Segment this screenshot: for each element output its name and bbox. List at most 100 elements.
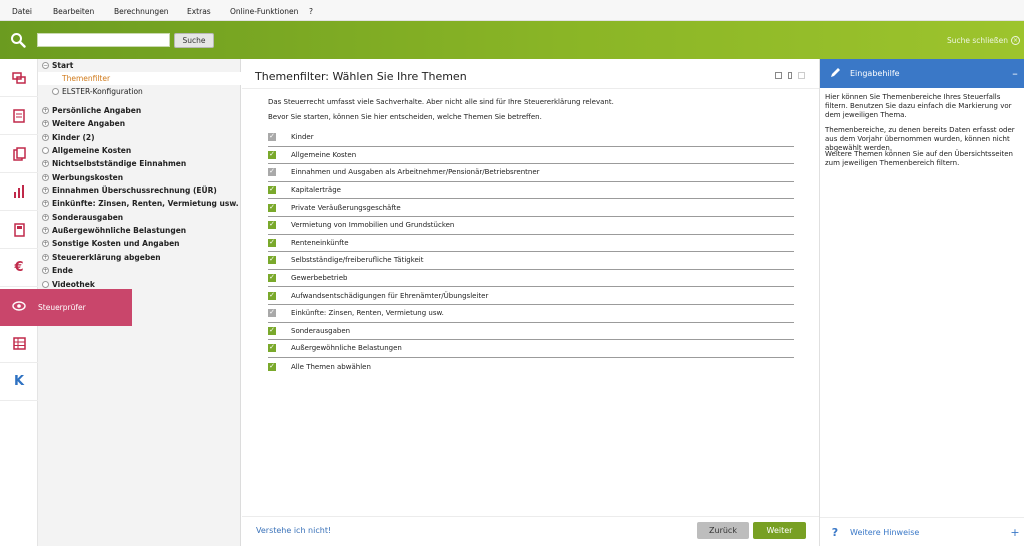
help-paragraph: Hier können Sie Themenbereiche Ihres Ste… [825,93,1012,119]
tree-item-label: Kinder (2) [52,132,95,142]
topic-row[interactable]: ✓ Gewerbebetrieb [268,270,794,288]
topic-checkbox[interactable]: ✓ [268,150,276,159]
question-icon: ? [831,525,839,539]
collapse-icon[interactable]: − [42,62,49,69]
search-icon [11,33,26,48]
chart-icon[interactable] [0,173,38,211]
topic-row[interactable]: ✓ Kinder [268,129,794,147]
expand-icon[interactable]: + [42,213,49,221]
expand-icon[interactable]: + [42,200,49,207]
topic-label: Renteneinkünfte [291,238,349,247]
comment-icon[interactable] [775,72,782,79]
expand-icon[interactable]: + [42,187,49,194]
steuerpruefer-button[interactable]: Steuerprüfer [0,289,132,326]
expand-icon[interactable]: + [1005,526,1024,539]
form-icon[interactable] [0,97,38,135]
topic-checkbox[interactable]: ✓ [268,326,276,335]
documents-icon[interactable] [0,135,38,173]
header-tools [775,72,805,79]
topic-row[interactable]: ✓ Außergewöhnliche Belastungen [268,340,794,358]
back-button[interactable]: Zurück [697,522,749,539]
topic-row[interactable]: ✓ Renteneinkünfte [268,235,794,253]
expand-icon[interactable]: + [42,107,49,114]
menu-berechnungen[interactable]: Berechnungen [114,7,169,16]
tree-item-sonstige-kosten[interactable]: + Sonstige Kosten und Angaben [38,237,241,250]
search-button[interactable]: Suche [174,33,214,48]
tree-item-nichtselbststaendige[interactable]: + Nichtselbstständige Einnahmen [38,157,241,170]
menu-online-funktionen[interactable]: Online-Funktionen [230,7,298,16]
expand-icon[interactable]: + [42,267,49,274]
help-link-label: Verstehe ich nicht! [256,526,332,535]
search-input[interactable] [37,33,170,47]
tree-item-allgemeine-kosten[interactable]: Allgemeine Kosten [38,144,241,157]
menu-extras[interactable]: Extras [187,7,211,16]
expand-icon[interactable]: + [42,253,49,261]
help-paragraph: Themenbereiche, zu denen bereits Daten e… [825,126,1015,152]
tree-item-elster[interactable]: ELSTER-Konfiguration [38,85,241,98]
topic-checkbox[interactable]: ✓ [268,291,276,300]
topic-checkbox[interactable]: ✓ [268,362,276,371]
topic-checkbox[interactable]: ✓ [268,203,276,212]
expand-icon[interactable]: + [42,160,49,167]
topic-row[interactable]: ✓ Einnahmen und Ausgaben als Arbeitnehmer… [268,164,794,182]
minimize-icon[interactable]: – [1005,67,1024,80]
chat-icon[interactable] [0,59,38,97]
help-paragraph: Weitere Themen können Sie auf den Übersi… [825,150,1013,167]
bookmark-icon[interactable] [788,72,792,79]
tree-item-themenfilter[interactable]: Themenfilter [38,72,241,85]
topic-checkbox[interactable]: ✓ [268,186,276,195]
topic-row[interactable]: ✓ Private Veräußerungsgeschäfte [268,199,794,217]
tree-item-kinder[interactable]: + Kinder (2) [38,131,241,144]
tree-item-einkuenfte[interactable]: + Einkünfte: Zinsen, Renten, Vermietung u… [38,197,241,210]
expand-icon[interactable]: + [42,240,49,247]
tree-item-label: Einnahmen Überschussrechnung (EÜR) [52,186,217,195]
topic-row[interactable]: ✓ Allgemeine Kosten [268,147,794,165]
tree-item-werbungskosten[interactable]: + Werbungskosten [38,171,241,184]
expand-icon[interactable]: + [42,227,49,234]
tree-item-persoenliche-angaben[interactable]: + Persönliche Angaben [38,104,241,117]
topic-row[interactable]: ✓ Vermietung von Immobilien und Grundstüc… [268,217,794,235]
calculator-icon[interactable] [0,211,38,249]
topic-checkbox[interactable]: ✓ [268,256,276,265]
grid-icon[interactable] [0,325,38,363]
intro-text-1: Das Steuerrecht umfasst viele Sachverhal… [268,98,614,106]
tree-item-eur[interactable]: + Einnahmen Überschussrechnung (EÜR) [38,184,241,197]
menu-help[interactable]: ? [309,7,313,16]
topic-row[interactable]: ✓ Aufwandsentschädigungen für Ehrenämter/… [268,287,794,305]
more-hints-bar[interactable]: ? Weitere Hinweise + [820,517,1024,546]
tree-item-ende[interactable]: + Ende [38,264,241,277]
bullet-icon [52,88,59,95]
topic-checkbox[interactable]: ✓ [268,344,276,353]
topic-row[interactable]: ✓ Sonderausgaben [268,323,794,341]
topic-label: Alle Themen abwählen [291,362,371,371]
more-hints-label: Weitere Hinweise [850,527,920,537]
k-logo-icon[interactable]: K [0,363,38,401]
menu-datei[interactable]: Datei [12,7,32,16]
topic-checkbox[interactable]: ✓ [268,221,276,230]
tree-item-steuererklaerung-abgeben[interactable]: + Steuererklärung abgeben [38,251,241,264]
topic-row[interactable]: ✓ Kapitalerträge [268,182,794,200]
expand-icon[interactable]: + [42,173,49,181]
tree-item-aussergewoehnliche[interactable]: + Außergewöhnliche Belastungen [38,224,241,237]
topic-checkbox[interactable]: ✓ [268,274,276,283]
topic-row[interactable]: ✓ Einkünfte: Zinsen, Renten, Vermietung u… [268,305,794,323]
tree-item-label: Nichtselbstständige Einnahmen [52,159,187,168]
tree-item-start[interactable]: − Start [38,59,241,72]
euro-icon[interactable]: € [0,249,38,287]
expand-icon[interactable]: + [42,120,49,127]
bullet-icon [42,147,49,154]
search-toolbar: Suche Suche schließen × [0,21,1024,59]
menu-bearbeiten[interactable]: Bearbeiten [53,7,94,16]
tree-item-label: Start [52,61,74,70]
close-search-button[interactable]: Suche schließen × [947,36,1020,45]
tree-item-weitere-angaben[interactable]: + Weitere Angaben [38,117,241,130]
layout-icon[interactable] [798,72,805,79]
next-button[interactable]: Weiter [753,522,806,539]
expand-icon[interactable]: + [42,133,49,141]
tree-item-label: Persönliche Angaben [52,106,142,115]
topic-checkbox[interactable]: ✓ [268,238,276,247]
verstehe-ich-nicht-link[interactable]: Verstehe ich nicht! [256,526,331,535]
topic-row[interactable]: ✓ Alle Themen abwählen [268,358,794,376]
tree-item-sonderausgaben[interactable]: + Sonderausgaben [38,211,241,224]
topic-row[interactable]: ✓ Selbstständige/freiberufliche Tätigkeit [268,252,794,270]
